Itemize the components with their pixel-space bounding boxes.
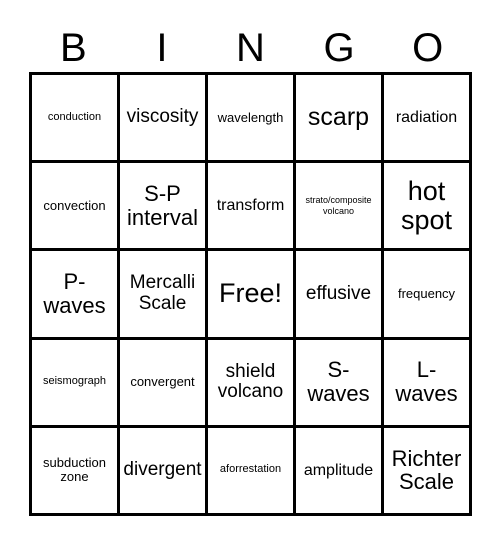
bingo-card: B I N G O conduction viscosity wavelengt…: [0, 0, 501, 544]
bingo-grid: conduction viscosity wavelength scarp ra…: [29, 72, 472, 517]
bingo-cell-free[interactable]: Free!: [208, 251, 296, 340]
bingo-cell-label: wavelength: [217, 109, 284, 125]
bingo-cell-label: subduction zone: [43, 455, 106, 485]
bingo-cell-label: shield volcano: [217, 360, 284, 403]
bingo-cell[interactable]: convergent: [120, 339, 208, 428]
bingo-cell-label: S-P interval: [127, 181, 198, 230]
bingo-cell-label: conduction: [47, 110, 102, 123]
bingo-cell-label: viscosity: [126, 106, 199, 128]
bingo-row: seismograph convergent shield volcano S-…: [32, 339, 472, 428]
bingo-row: subduction zone divergent aforrestation …: [32, 427, 472, 517]
bingo-cell[interactable]: strato/composite volcano: [296, 163, 384, 252]
bingo-cell[interactable]: subduction zone: [32, 427, 120, 517]
bingo-cell[interactable]: scarp: [296, 75, 384, 164]
bingo-cell-label: transform: [216, 197, 285, 215]
bingo-cell-label: S- waves: [307, 357, 370, 407]
bingo-cell[interactable]: frequency: [384, 251, 472, 340]
bingo-cell[interactable]: P- waves: [32, 251, 120, 340]
bingo-cell[interactable]: hot spot: [384, 163, 472, 252]
bingo-cell[interactable]: shield volcano: [208, 339, 296, 428]
bingo-cell[interactable]: effusive: [296, 251, 384, 340]
bingo-row: convection S-P interval transform strato…: [32, 163, 472, 252]
bingo-cell[interactable]: S- waves: [296, 339, 384, 428]
bingo-cell-label: seismograph: [43, 375, 106, 388]
bingo-cell-label: hot spot: [400, 175, 453, 235]
bingo-cell[interactable]: viscosity: [120, 75, 208, 164]
bingo-cell-label: L- waves: [395, 357, 458, 407]
bingo-header-letter-o: O: [412, 26, 444, 70]
bingo-cell-label: aforrestation: [219, 463, 282, 476]
bingo-cell-label: divergent: [123, 459, 202, 481]
bingo-row: P- waves Mercalli Scale Free! effusive f…: [32, 251, 472, 340]
bingo-cell[interactable]: Mercalli Scale: [120, 251, 208, 340]
bingo-cell[interactable]: convection: [32, 163, 120, 252]
bingo-cell[interactable]: L- waves: [384, 339, 472, 428]
bingo-cell[interactable]: transform: [208, 163, 296, 252]
bingo-row: conduction viscosity wavelength scarp ra…: [32, 75, 472, 164]
bingo-header-letter-b: B: [59, 26, 87, 70]
bingo-cell[interactable]: Richter Scale: [384, 427, 472, 517]
bingo-header-letter-i: I: [156, 26, 168, 70]
bingo-cell[interactable]: aforrestation: [208, 427, 296, 517]
bingo-cell-label: Free!: [218, 278, 283, 309]
bingo-cell-label: radiation: [395, 108, 458, 126]
bingo-cell[interactable]: conduction: [32, 75, 120, 164]
bingo-cell-label: scarp: [307, 103, 370, 132]
bingo-cell-label: strato/composite volcano: [305, 195, 372, 216]
bingo-header-letter-n: N: [236, 26, 265, 70]
bingo-cell-label: convection: [43, 197, 106, 213]
bingo-cell-label: frequency: [397, 285, 456, 301]
bingo-cell[interactable]: S-P interval: [120, 163, 208, 252]
bingo-cell-label: effusive: [305, 282, 372, 304]
bingo-header-row: B I N G O: [29, 14, 472, 70]
bingo-cell[interactable]: divergent: [120, 427, 208, 517]
bingo-header-letter-g: G: [323, 26, 355, 70]
bingo-cell[interactable]: radiation: [384, 75, 472, 164]
bingo-cell-label: Mercalli Scale: [129, 272, 196, 314]
bingo-cell[interactable]: seismograph: [32, 339, 120, 428]
bingo-cell[interactable]: amplitude: [296, 427, 384, 517]
bingo-cell-label: convergent: [130, 374, 195, 390]
bingo-cell[interactable]: wavelength: [208, 75, 296, 164]
bingo-cell-label: amplitude: [303, 461, 374, 479]
bingo-cell-label: P- waves: [43, 269, 106, 318]
bingo-cell-label: Richter Scale: [391, 445, 462, 495]
